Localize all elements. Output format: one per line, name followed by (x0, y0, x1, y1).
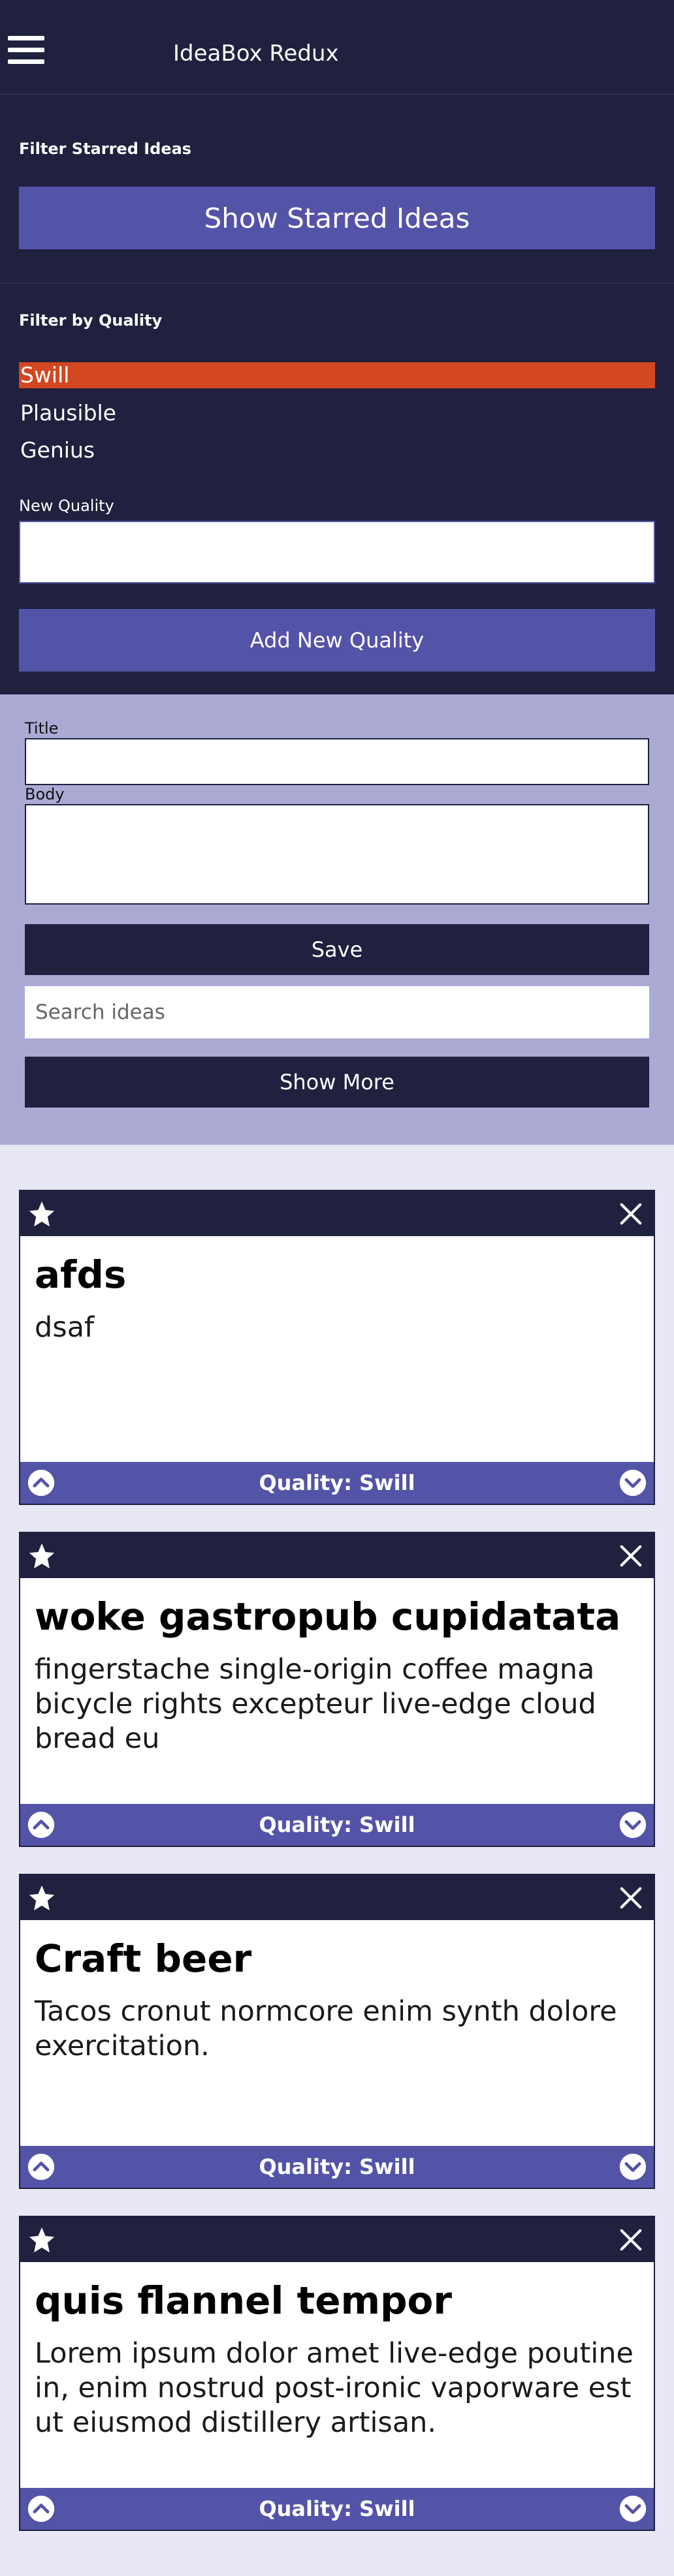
idea-card: quis flannel tempor Lorem ipsum dolor am… (19, 2216, 655, 2531)
idea-title[interactable]: woke gastropub cupidatata (35, 1595, 642, 1638)
idea-card-header (20, 1191, 654, 1236)
star-icon[interactable] (27, 1883, 57, 1913)
chevron-up-icon[interactable] (27, 1468, 56, 1497)
show-starred-button[interactable]: Show Starred Ideas (19, 187, 655, 249)
close-icon[interactable] (618, 1544, 643, 1568)
idea-card-footer: Quality: Swill (20, 1462, 654, 1504)
chevron-down-icon[interactable] (618, 1810, 647, 1839)
show-more-button[interactable]: Show More (25, 1057, 649, 1108)
idea-card-header (20, 1875, 654, 1920)
idea-title[interactable]: Craft beer (35, 1937, 642, 1980)
chevron-up-icon[interactable] (27, 2494, 56, 2523)
idea-card: woke gastropub cupidatata fingerstache s… (19, 1532, 655, 1847)
idea-card-header (20, 2217, 654, 2262)
hamburger-icon[interactable] (8, 36, 44, 65)
idea-quality: Quality: Swill (259, 1470, 415, 1495)
new-quality-input[interactable] (19, 521, 655, 583)
add-quality-button[interactable]: Add New Quality (19, 609, 655, 672)
filter-quality-label: Filter by Quality (19, 311, 163, 330)
body-label: Body (25, 785, 65, 803)
idea-body[interactable]: fingerstache single-origin coffee magna … (35, 1653, 642, 1756)
quality-option-plausible[interactable]: Plausible (19, 400, 655, 426)
chevron-down-icon[interactable] (618, 2494, 647, 2523)
close-icon[interactable] (618, 1885, 643, 1910)
app-title: IdeaBox Redux (173, 40, 339, 67)
star-icon[interactable] (27, 2225, 57, 2255)
idea-card-footer: Quality: Swill (20, 2146, 654, 2188)
idea-title[interactable]: quis flannel tempor (35, 2279, 642, 2322)
idea-card-header (20, 1533, 654, 1578)
idea-body[interactable]: Lorem ipsum dolor amet live-edge poutine… (35, 2336, 642, 2440)
save-button[interactable]: Save (25, 924, 649, 975)
title-label: Title (25, 719, 59, 737)
star-icon[interactable] (27, 1199, 57, 1229)
idea-card-footer: Quality: Swill (20, 1804, 654, 1846)
star-icon[interactable] (27, 1541, 57, 1571)
quality-option-genius[interactable]: Genius (19, 437, 655, 463)
title-input[interactable] (25, 738, 649, 785)
chevron-down-icon[interactable] (618, 2152, 647, 2181)
app-header: IdeaBox Redux (0, 0, 674, 95)
idea-quality: Quality: Swill (259, 2154, 415, 2179)
chevron-up-icon[interactable] (27, 1810, 56, 1839)
quality-option-swill[interactable]: Swill (19, 362, 655, 388)
idea-quality: Quality: Swill (259, 1812, 415, 1837)
close-icon[interactable] (618, 2227, 643, 2252)
idea-card: afds dsaf Quality: Swill (19, 1190, 655, 1505)
filter-starred-label: Filter Starred Ideas (19, 140, 192, 158)
filter-panel: IdeaBox Redux Filter Starred Ideas Show … (0, 0, 674, 694)
idea-title[interactable]: afds (35, 1253, 642, 1296)
close-icon[interactable] (618, 1202, 643, 1226)
idea-body[interactable]: dsaf (35, 1311, 642, 1345)
idea-body[interactable]: Tacos cronut normcore enim synth dolore … (35, 1994, 642, 2064)
chevron-up-icon[interactable] (27, 2152, 56, 2181)
idea-card-footer: Quality: Swill (20, 2488, 654, 2530)
idea-card: Craft beer Tacos cronut normcore enim sy… (19, 1874, 655, 2189)
new-quality-label: New Quality (19, 497, 114, 515)
search-input[interactable]: Search ideas (25, 986, 649, 1038)
body-input[interactable] (25, 804, 649, 905)
idea-quality: Quality: Swill (259, 2496, 415, 2521)
chevron-down-icon[interactable] (618, 1468, 647, 1497)
